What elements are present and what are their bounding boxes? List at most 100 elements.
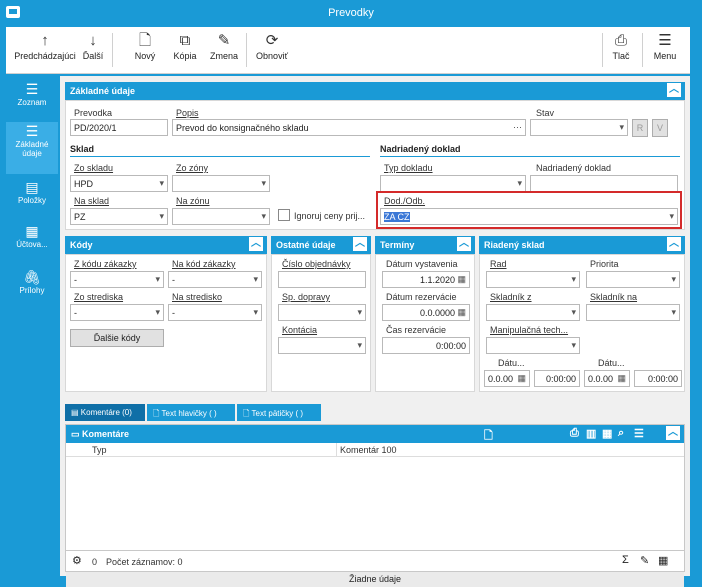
riadeny-panel: Rad ▾ Priorita ▾ Skladník z ▾ Skladník n…	[479, 254, 685, 392]
grid-header: ▭ Komentáre 🗋 ⎙ ▥ ▦ ⌕ ☰ ︿	[66, 425, 684, 443]
grid-footer: ⚙ 0 Počet záznamov: 0 Σ ✎ ▦	[65, 550, 685, 572]
kody-header: Kódy ︿	[65, 236, 267, 254]
collapse-icon[interactable]: ︿	[457, 237, 471, 251]
new-button[interactable]: 🗋 Nový	[132, 31, 158, 71]
paperclip-icon: 🖇	[23, 269, 41, 285]
sklad-group-title: Sklad	[70, 144, 370, 157]
skladnik-na-select[interactable]: ▾	[586, 304, 680, 321]
stav-select[interactable]: ▾	[530, 119, 628, 136]
na-sklad-select[interactable]: PZ ▾	[70, 208, 168, 225]
sidebar-item-zakladne-udaje[interactable]: ☰ Základné údaje	[6, 122, 58, 174]
menu-icon[interactable]: ☰	[634, 427, 644, 440]
collapse-icon[interactable]: ︿	[249, 237, 263, 251]
collapse-icon[interactable]: ︿	[667, 237, 681, 251]
cas-rezervacie-label: Čas rezervácie	[386, 325, 447, 335]
refresh-button[interactable]: ⟳ Obnoviť	[254, 31, 290, 71]
window-title: Prevodky	[328, 7, 374, 19]
datum-vystavenia-input[interactable]: 1.1.2020 ▦	[382, 271, 470, 288]
collapse-icon[interactable]: ︿	[666, 426, 680, 440]
menu-button[interactable]: ☰ Menu	[650, 31, 680, 71]
previous-button[interactable]: ↑ Predchádzajúci	[12, 31, 78, 71]
separator	[246, 33, 247, 67]
na-kod-select[interactable]: - ▾	[168, 271, 262, 288]
priorita-select[interactable]: ▾	[586, 271, 680, 288]
pencil-icon[interactable]: ✎	[640, 554, 649, 567]
skladnik-z-select[interactable]: ▾	[486, 304, 580, 321]
print-button[interactable]: ⎙ Tlač	[608, 31, 634, 71]
ignoruj-checkbox[interactable]	[278, 209, 290, 221]
calendar-icon[interactable]: ▦	[517, 373, 526, 384]
collapse-icon[interactable]: ︿	[353, 237, 367, 251]
rad-select[interactable]: ▾	[486, 271, 580, 288]
manipulacna-select[interactable]: ▾	[486, 337, 580, 354]
time-1-input[interactable]: 0:00:00	[534, 370, 580, 387]
table-icon[interactable]: ▦	[658, 554, 668, 567]
sidebar-item-uctovanie[interactable]: ▦ Účtova...	[6, 222, 58, 262]
main-content: Základné údaje ︿ Prevodka PD/2020/1 Popi…	[60, 76, 690, 587]
na-sklad-label: Na sklad	[74, 196, 110, 206]
basic-section-header: Základné údaje ︿	[65, 82, 685, 100]
record-count-number: 0	[92, 557, 98, 567]
stav-label: Stav	[536, 108, 555, 118]
nadriadeny-doklad-input[interactable]	[530, 175, 678, 192]
settings-icon[interactable]: ⚙	[72, 554, 82, 567]
prevodka-input[interactable]: PD/2020/1	[70, 119, 168, 136]
zo-zony-select[interactable]: ▾	[172, 175, 270, 192]
tab-komentare[interactable]: ▤ Komentáre (0)	[65, 404, 145, 421]
datu-2-input[interactable]: 0.0.00 ▦	[584, 370, 630, 387]
calendar-icon[interactable]: ▦	[457, 307, 466, 318]
refresh-icon: ⟳	[265, 32, 279, 49]
na-stredisko-select[interactable]: - ▾	[168, 304, 262, 321]
kontacia-label: Kontácia	[282, 325, 318, 335]
tab-text-hlavicky[interactable]: 🗋 Text hlavičky ( )	[147, 404, 235, 421]
list-icon: ☰	[25, 81, 39, 97]
columns-icon[interactable]: ▦	[602, 427, 612, 440]
typ-dokladu-select[interactable]: ▾	[380, 175, 526, 192]
chart-icon[interactable]: ▥	[586, 427, 596, 440]
basic-panel: Prevodka PD/2020/1 Popis Prevod do konsi…	[65, 100, 685, 230]
zo-skladu-select[interactable]: HPD ▾	[70, 175, 168, 192]
calendar-icon[interactable]: ▦	[617, 373, 626, 384]
sidebar-item-prilohy[interactable]: 🖇 Prílohy	[6, 268, 58, 308]
zo-strediska-select[interactable]: - ▾	[70, 304, 164, 321]
datu-1-input[interactable]: 0.0.00 ▦	[484, 370, 530, 387]
change-button[interactable]: ✎ Zmena	[208, 31, 240, 71]
na-zonu-select[interactable]: ▾	[172, 208, 270, 225]
time-2-input[interactable]: 0:00:00	[634, 370, 682, 387]
search-icon[interactable]: ⌕	[618, 427, 624, 440]
chevron-down-icon: ▾	[159, 211, 164, 221]
na-stredisko-label: Na stredisko	[172, 292, 223, 302]
cislo-objednavky-input[interactable]	[278, 271, 366, 288]
dalsie-kody-button[interactable]: Ďalšie kódy	[70, 329, 164, 347]
more-icon[interactable]: ⋯	[513, 122, 522, 133]
popis-label: Popis	[176, 108, 199, 118]
v-button[interactable]: V	[652, 119, 668, 137]
next-button[interactable]: ↓ Ďalší	[78, 31, 108, 71]
column-typ[interactable]: Typ	[92, 445, 107, 455]
datu-1-label: Dátu...	[498, 358, 525, 368]
copy-button[interactable]: ⧉ Kópia	[170, 31, 200, 71]
sum-icon[interactable]: Σ	[622, 554, 629, 566]
column-komentar[interactable]: Komentár 100	[340, 445, 397, 455]
chevron-down-icon: ▾	[671, 307, 676, 317]
collapse-icon[interactable]: ︿	[667, 83, 681, 97]
chevron-down-icon: ▾	[155, 307, 160, 317]
chevron-down-icon: ▾	[261, 211, 266, 221]
sidebar-item-polozky[interactable]: ▤ Položky	[6, 178, 58, 218]
dod-odb-select[interactable]: ZA CZ ▾	[380, 208, 678, 225]
datum-rezervacie-input[interactable]: 0.0.0000 ▦	[382, 304, 470, 321]
print-icon[interactable]: ⎙	[570, 427, 579, 440]
popis-input[interactable]: Prevod do konsignačného skladu ⋯	[172, 119, 526, 136]
na-kod-label: Na kód zákazky	[172, 259, 236, 269]
sidebar-item-zoznam[interactable]: ☰ Zoznam	[6, 80, 58, 120]
kontacia-select[interactable]: ▾	[278, 337, 366, 354]
sp-dopravy-select[interactable]: ▾	[278, 304, 366, 321]
calendar-icon[interactable]: ▦	[457, 274, 466, 285]
nadriadeny-doklad-label: Nadriadený doklad	[536, 163, 612, 173]
z-kodu-label: Z kódu zákazky	[74, 259, 137, 269]
z-kodu-select[interactable]: - ▾	[70, 271, 164, 288]
r-button[interactable]: R	[632, 119, 648, 137]
chevron-down-icon: ▾	[357, 307, 362, 317]
cas-rezervacie-input[interactable]: 0:00:00	[382, 337, 470, 354]
tab-text-paticky[interactable]: 🗋 Text pätičky ( )	[237, 404, 321, 421]
